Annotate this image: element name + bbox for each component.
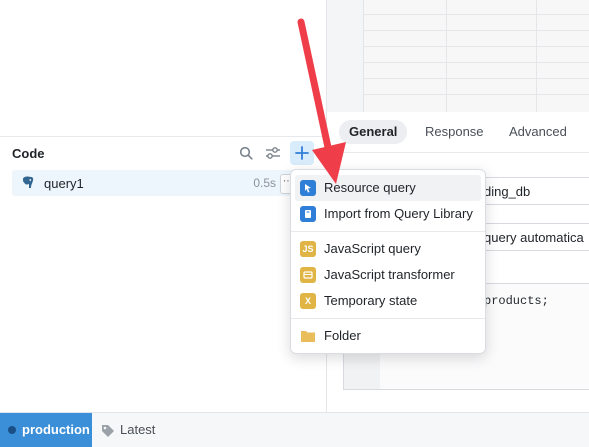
version-selector[interactable]: Latest: [100, 422, 155, 437]
add-query-menu: Resource query Import from Query Library…: [290, 169, 486, 354]
query-list-item[interactable]: query1 0.5s ⋯: [12, 170, 300, 196]
tab-response[interactable]: Response: [415, 120, 494, 144]
transformer-icon: [300, 267, 316, 283]
menu-item-javascript-query[interactable]: JS JavaScript query: [295, 236, 481, 262]
code-panel-header: Code: [0, 136, 326, 173]
query-name: query1: [44, 176, 84, 191]
menu-item-temporary-state[interactable]: X Temporary state: [295, 288, 481, 314]
sql-code: products;: [484, 294, 549, 308]
folder-icon: [300, 328, 316, 344]
menu-item-folder[interactable]: Folder: [295, 323, 481, 349]
search-icon[interactable]: [235, 142, 257, 164]
version-label: Latest: [120, 422, 156, 437]
menu-item-label: Temporary state: [324, 293, 418, 308]
js-icon: JS: [300, 241, 316, 257]
resource-select[interactable]: ding_db: [475, 177, 589, 205]
query-editor-tabs: General Response Advanced: [327, 112, 589, 153]
run-behavior-select[interactable]: query automatica: [475, 223, 589, 251]
tag-icon: [100, 423, 116, 439]
menu-item-label: Resource query: [324, 180, 416, 195]
menu-divider: [291, 318, 485, 319]
postgres-icon: [20, 175, 36, 191]
menu-item-label: JavaScript query: [324, 241, 421, 256]
menu-item-label: Folder: [324, 328, 361, 343]
menu-item-label: JavaScript transformer: [324, 267, 455, 282]
left-pane: Code query1 0.5s ⋯: [0, 0, 327, 412]
add-query-button[interactable]: [290, 141, 314, 165]
environment-label: production: [22, 422, 90, 437]
menu-item-resource-query[interactable]: Resource query: [295, 175, 481, 201]
menu-item-import-query-library[interactable]: Import from Query Library: [295, 201, 481, 227]
library-icon: [300, 206, 316, 222]
state-icon: X: [300, 293, 316, 309]
tab-advanced[interactable]: Advanced: [499, 120, 577, 144]
menu-divider: [291, 231, 485, 232]
table-preview: [363, 0, 589, 112]
menu-item-javascript-transformer[interactable]: JavaScript transformer: [295, 262, 481, 288]
code-panel-title: Code: [12, 146, 45, 161]
environment-dot: [8, 426, 16, 434]
query-run-time: 0.5s: [253, 176, 276, 190]
tab-general[interactable]: General: [339, 120, 408, 144]
status-bar: production Latest: [0, 412, 589, 447]
menu-item-label: Import from Query Library: [324, 206, 473, 221]
filter-settings-icon[interactable]: [262, 142, 284, 164]
resource-icon: [300, 180, 316, 196]
environment-switcher[interactable]: production: [0, 413, 92, 447]
